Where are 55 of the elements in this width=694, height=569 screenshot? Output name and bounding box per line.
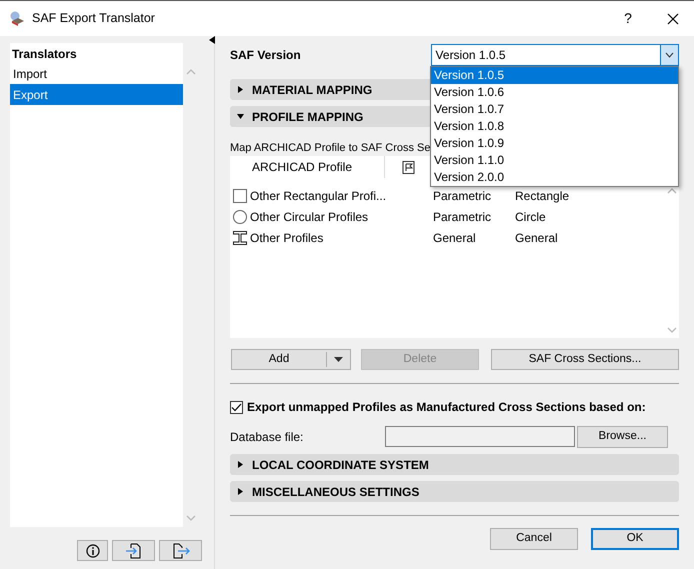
field-label: SAF Version xyxy=(230,46,302,64)
field-label: Database file: xyxy=(230,428,304,446)
dropdown-option[interactable]: Version 1.0.9 xyxy=(431,135,678,152)
collapsed-arrow-icon xyxy=(237,488,244,495)
import-button[interactable] xyxy=(112,540,155,561)
profile-type-cell-text: Parametric xyxy=(433,188,492,204)
cross-section-shape-cell-text: Circle xyxy=(515,208,547,226)
dialog-button[interactable]: OK xyxy=(591,528,679,550)
dialog-button[interactable]: Cancel xyxy=(490,528,578,550)
file-arrow-in-icon xyxy=(124,542,142,558)
version-dropdown[interactable]: Version 1.0.5 xyxy=(430,44,679,66)
dropdown-option[interactable]: Version 2.0.0 xyxy=(431,169,678,186)
dropdown-option[interactable]: Version 1.0.5 xyxy=(431,67,678,84)
app-icon xyxy=(9,10,26,26)
list-header: Translators xyxy=(11,46,78,63)
flag-icon[interactable] xyxy=(402,160,416,174)
collapsed-arrow-icon xyxy=(237,461,244,468)
chevron-down-icon xyxy=(665,52,674,58)
cross-section-shape-cell-text: Rectangle xyxy=(515,188,570,204)
section-header[interactable]: MISCELLANEOUS SETTINGS xyxy=(230,481,679,502)
cross-section-shape-cell-text: General xyxy=(515,230,559,246)
expanded-arrow-icon xyxy=(237,113,244,120)
close-icon[interactable] xyxy=(667,12,679,24)
help-button[interactable]: ? xyxy=(603,8,653,29)
cross-sections-button[interactable]: SAF Cross Sections... xyxy=(491,349,679,370)
dropdown-option[interactable]: Version 1.0.7 xyxy=(431,101,678,118)
profile-name-cell-text: Other Circular Profiles xyxy=(250,208,370,226)
window-title: SAF Export Translator xyxy=(32,10,156,28)
column-header[interactable]: ARCHICAD Profile xyxy=(250,156,385,178)
profile-name-cell-text: Other Profiles xyxy=(250,230,324,246)
list-item[interactable]: Import xyxy=(10,63,183,84)
info-icon xyxy=(86,544,100,558)
browse-button[interactable]: Browse... xyxy=(577,426,668,448)
dropdown-option[interactable]: Version 1.0.6 xyxy=(431,84,678,101)
dropdown-option[interactable]: Version 1.1.0 xyxy=(431,152,678,169)
profile-type-cell-text: General xyxy=(433,230,477,246)
file-arrow-out-icon xyxy=(172,542,190,558)
collapse-icon[interactable] xyxy=(209,36,215,44)
circle-icon xyxy=(233,210,247,224)
rectangle-icon xyxy=(233,188,247,202)
export-button[interactable] xyxy=(159,540,202,561)
collapsed-arrow-icon xyxy=(237,86,244,93)
list-item[interactable]: Export xyxy=(10,84,183,105)
profile-type-cell-text: Parametric xyxy=(433,208,492,226)
profile-name-cell-text: Other Rectangular Profi... xyxy=(250,188,385,204)
dropdown-option[interactable]: Version 1.0.8 xyxy=(431,118,678,135)
add-split-button[interactable]: Add xyxy=(231,349,351,370)
checkbox-label: Export unmapped Profiles as Manufactured Cross Sections based on: xyxy=(247,399,646,416)
caret-icon xyxy=(334,357,343,362)
section-header[interactable]: LOCAL COORDINATE SYSTEM xyxy=(230,454,679,475)
checkbox[interactable] xyxy=(230,400,243,414)
i-beam-icon xyxy=(233,230,247,244)
info-button[interactable] xyxy=(77,540,108,561)
database-file-field[interactable] xyxy=(385,426,575,447)
description-text: Map ARCHICAD Profile to SAF Cross Se xyxy=(230,141,430,156)
